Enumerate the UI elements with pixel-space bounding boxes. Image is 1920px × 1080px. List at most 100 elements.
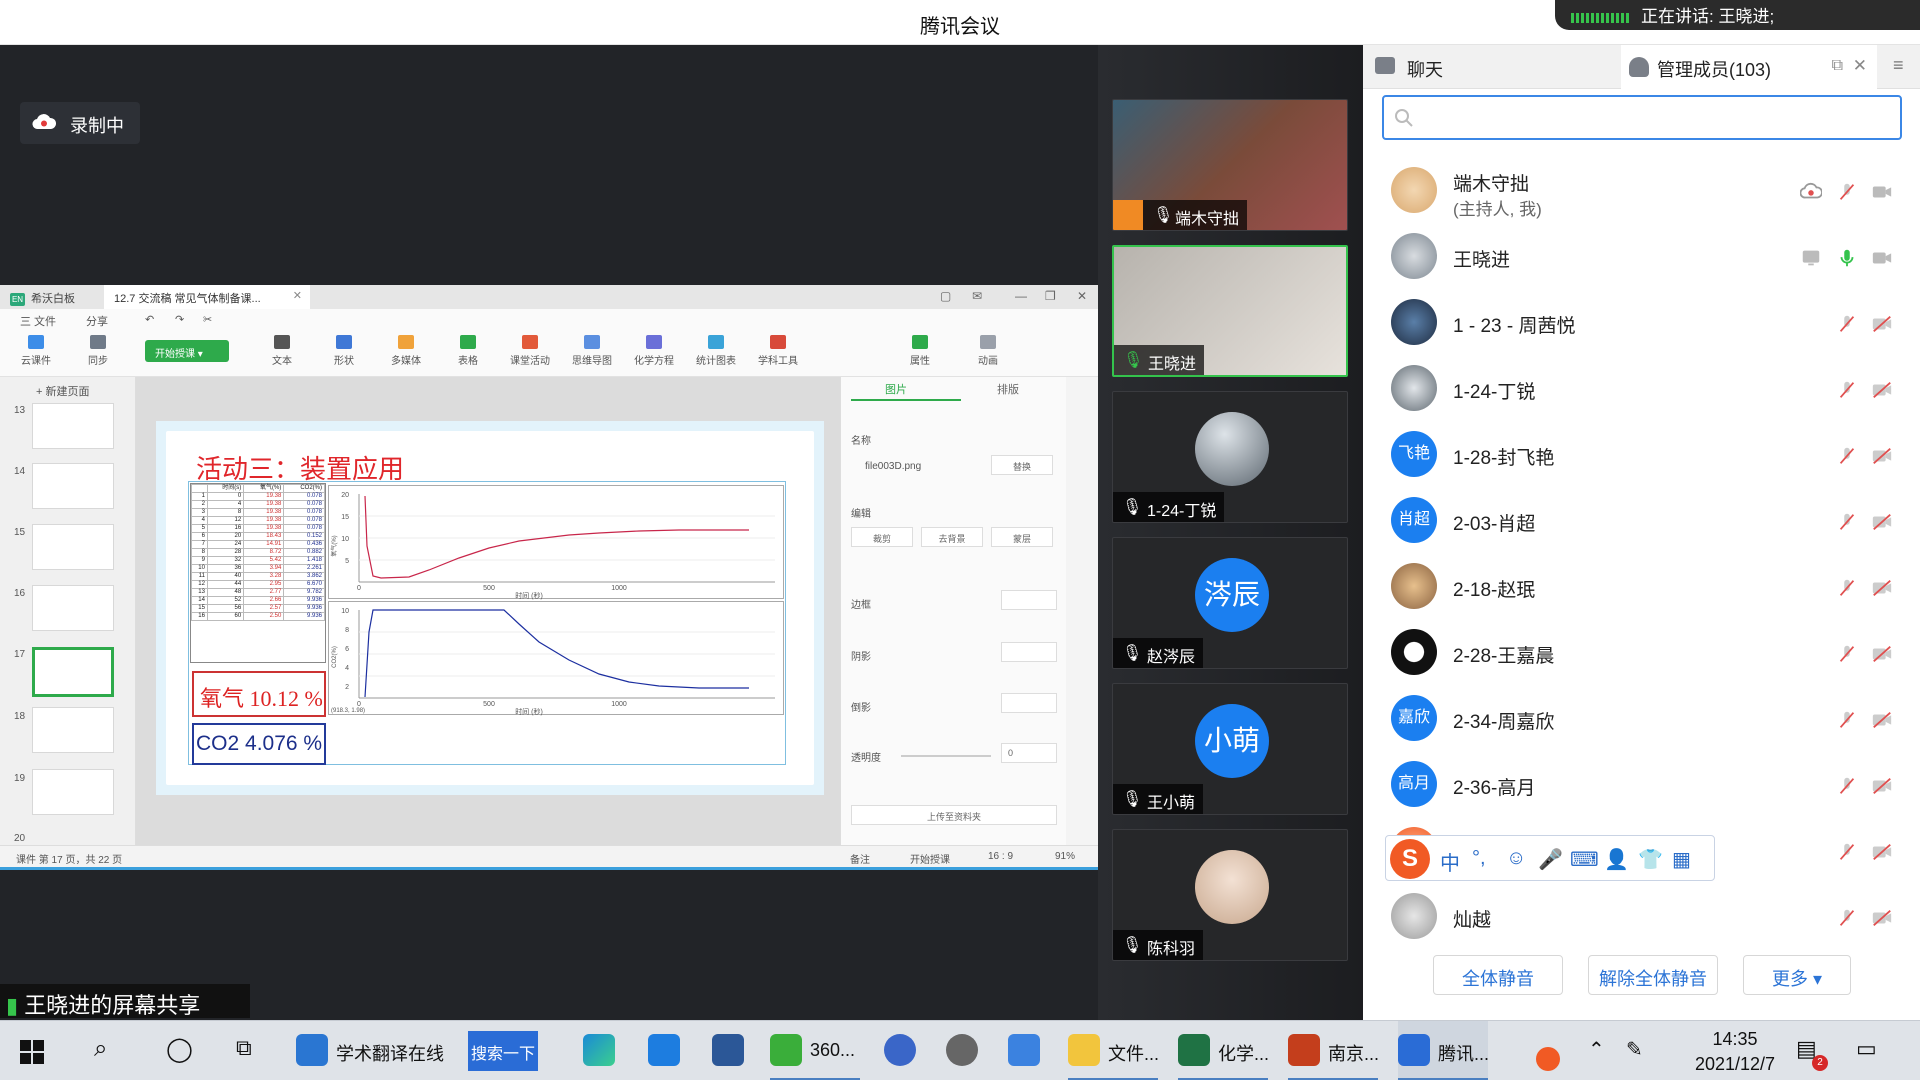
mic-muted-icon[interactable] (1836, 181, 1858, 203)
system-clock[interactable]: 14:35 2021/12/7 (1690, 1027, 1780, 1077)
border-color-picker[interactable] (1001, 590, 1057, 610)
grid-icon[interactable]: ▦ (1672, 847, 1691, 872)
taskbar-app-blue[interactable] (648, 1021, 688, 1080)
taskbar-360[interactable]: 360... (770, 1021, 860, 1080)
task-view-icon[interactable]: ⧉ (236, 1021, 266, 1080)
video-tile-4[interactable]: 小萌 🎙 王小萌 (1112, 683, 1348, 815)
class-activity-button[interactable]: 课堂活动 (502, 335, 558, 367)
camera-off-icon[interactable] (1871, 577, 1893, 599)
video-tile-1[interactable]: 🎙 王晓进 (1112, 245, 1348, 377)
member-row[interactable]: 1 - 23 - 周茜悦 (1363, 291, 1920, 357)
pen-icon[interactable]: ✎ (1626, 1021, 1650, 1080)
menu-icon[interactable]: ≡ (1893, 55, 1904, 76)
emoji-icon[interactable]: ☺ (1506, 847, 1526, 870)
tab-layout[interactable]: 排版 (997, 381, 1019, 397)
popout-icon[interactable]: ⧉ (1832, 57, 1843, 75)
close-tab-icon[interactable]: ✕ (293, 289, 302, 302)
minimize-icon[interactable]: — (1015, 289, 1027, 303)
start-teaching-button[interactable]: 开始授课 ▾ (145, 340, 229, 362)
user-icon[interactable]: 👤 (1604, 847, 1629, 872)
camera-off-icon[interactable] (1871, 511, 1893, 533)
skin-icon[interactable]: 👕 (1638, 847, 1663, 872)
tab-whiteboard-home[interactable]: EN 希沃白板 (0, 285, 104, 309)
recording-badge[interactable]: 录制中 (20, 102, 140, 144)
taskbar-excel[interactable]: 化学... (1178, 1021, 1269, 1080)
stats-chart-button[interactable]: 统计图表 (688, 335, 744, 367)
taskbar-clock-app[interactable] (946, 1021, 986, 1080)
mic-muted-icon[interactable] (1836, 511, 1858, 533)
taskbar-feishu[interactable] (1008, 1021, 1048, 1080)
camera-off-icon[interactable] (1871, 643, 1893, 665)
action-center-icon[interactable]: ▭ (1856, 1021, 1886, 1080)
member-row[interactable]: 端木守拙 (主持人, 我) (1363, 159, 1920, 225)
camera-off-icon[interactable] (1871, 445, 1893, 467)
table-tool-button[interactable]: 表格 (440, 335, 496, 367)
member-row[interactable]: 王晓进 (1363, 225, 1920, 291)
member-row[interactable]: 高月 2-36-高月 (1363, 753, 1920, 819)
border-label[interactable]: 边框 (851, 596, 871, 611)
video-tile-5[interactable]: 🎙 陈科羽 (1112, 829, 1348, 961)
menu-share[interactable]: 分享 (86, 313, 108, 329)
taskbar-powerpoint[interactable]: 南京... (1288, 1021, 1379, 1080)
taskbar-word[interactable] (712, 1021, 752, 1080)
remove-bg-button[interactable]: 去背景 (921, 527, 983, 547)
close-window-icon[interactable]: ✕ (1077, 289, 1087, 303)
taskbar-tencent-meeting[interactable]: 腾讯... (1398, 1021, 1489, 1080)
member-row[interactable]: 2-18-赵珉 (1363, 555, 1920, 621)
member-row[interactable]: 1-24-丁锐 (1363, 357, 1920, 423)
text-tool-button[interactable]: 文本 (254, 335, 310, 367)
tray-expand-icon[interactable]: ⌃ (1588, 1021, 1608, 1080)
menu-file[interactable]: 三 文件 (20, 313, 56, 329)
mute-all-button[interactable]: 全体静音 (1433, 955, 1563, 995)
tab-image[interactable]: 图片 (885, 381, 907, 397)
camera-off-icon[interactable] (1871, 907, 1893, 929)
reflect-picker[interactable] (1001, 693, 1057, 713)
cloud-courseware-button[interactable]: 云课件 (8, 335, 64, 367)
notes-app-icon[interactable]: ▤ 2 (1796, 1021, 1828, 1080)
properties-button[interactable]: 属性 (892, 335, 948, 367)
redo-icon[interactable]: ↷ (175, 313, 184, 326)
sync-button[interactable]: 同步 (70, 335, 126, 367)
ime-toolbar[interactable]: S 中 °, ☺ 🎤 ⌨ 👤 👕 ▦ (1385, 835, 1715, 881)
taskbar-app-circle[interactable] (884, 1021, 924, 1080)
slide-thumb-14[interactable] (32, 463, 114, 509)
search-icon[interactable]: ⌕ (94, 1021, 124, 1080)
camera-icon[interactable] (1871, 181, 1893, 203)
mic-muted-icon[interactable] (1836, 379, 1858, 401)
slide-thumb-16[interactable] (32, 585, 114, 631)
video-tile-3[interactable]: 涔辰 🎙 赵涔辰 (1112, 537, 1348, 669)
member-row[interactable]: 嘉欣 2-34-周嘉欣 (1363, 687, 1920, 753)
mic-muted-icon[interactable] (1836, 577, 1858, 599)
start-button[interactable] (20, 1021, 50, 1080)
member-search-input[interactable] (1382, 95, 1902, 140)
taskbar-explorer[interactable]: 文件... (1068, 1021, 1159, 1080)
unmute-all-button[interactable]: 解除全体静音 (1588, 955, 1718, 995)
opacity-input[interactable]: 0 (1001, 743, 1057, 763)
animation-button[interactable]: 动画 (960, 335, 1016, 367)
reflect-label[interactable]: 倒影 (851, 699, 871, 714)
camera-off-icon[interactable] (1871, 709, 1893, 731)
slide-thumb-17[interactable] (32, 647, 114, 697)
slide-thumb-19[interactable] (32, 769, 114, 815)
chem-equation-button[interactable]: 化学方程 (626, 335, 682, 367)
ime-lang[interactable]: 中 (1440, 847, 1460, 876)
maximize-icon[interactable]: ❐ (1045, 289, 1056, 303)
tab-members[interactable]: 管理成员(103) ⧉ ✕ (1621, 45, 1877, 89)
close-icon[interactable]: ✕ (1853, 56, 1867, 76)
mic-muted-icon[interactable] (1836, 907, 1858, 929)
mic-muted-icon[interactable] (1836, 313, 1858, 335)
mail-icon[interactable]: ✉ (972, 289, 982, 303)
member-row[interactable]: 肖超 2-03-肖超 (1363, 489, 1920, 555)
member-row[interactable]: 2-28-王嘉晨 (1363, 621, 1920, 687)
start-teaching-status[interactable]: 开始授课 (910, 851, 950, 866)
voice-icon[interactable]: 🎤 (1538, 847, 1563, 872)
camera-icon[interactable] (1871, 247, 1893, 269)
video-tile-0[interactable]: 🎙 端木守拙 (1112, 99, 1348, 231)
mic-on-icon[interactable] (1836, 247, 1858, 269)
subject-tools-button[interactable]: 学科工具 (750, 335, 806, 367)
media-tool-button[interactable]: 多媒体 (378, 335, 434, 367)
cut-icon[interactable]: ✂ (203, 313, 212, 326)
taskbar-sogou[interactable] (1536, 1021, 1560, 1080)
camera-off-icon[interactable] (1871, 313, 1893, 335)
tab-chat[interactable]: 聊天 (1363, 45, 1620, 89)
